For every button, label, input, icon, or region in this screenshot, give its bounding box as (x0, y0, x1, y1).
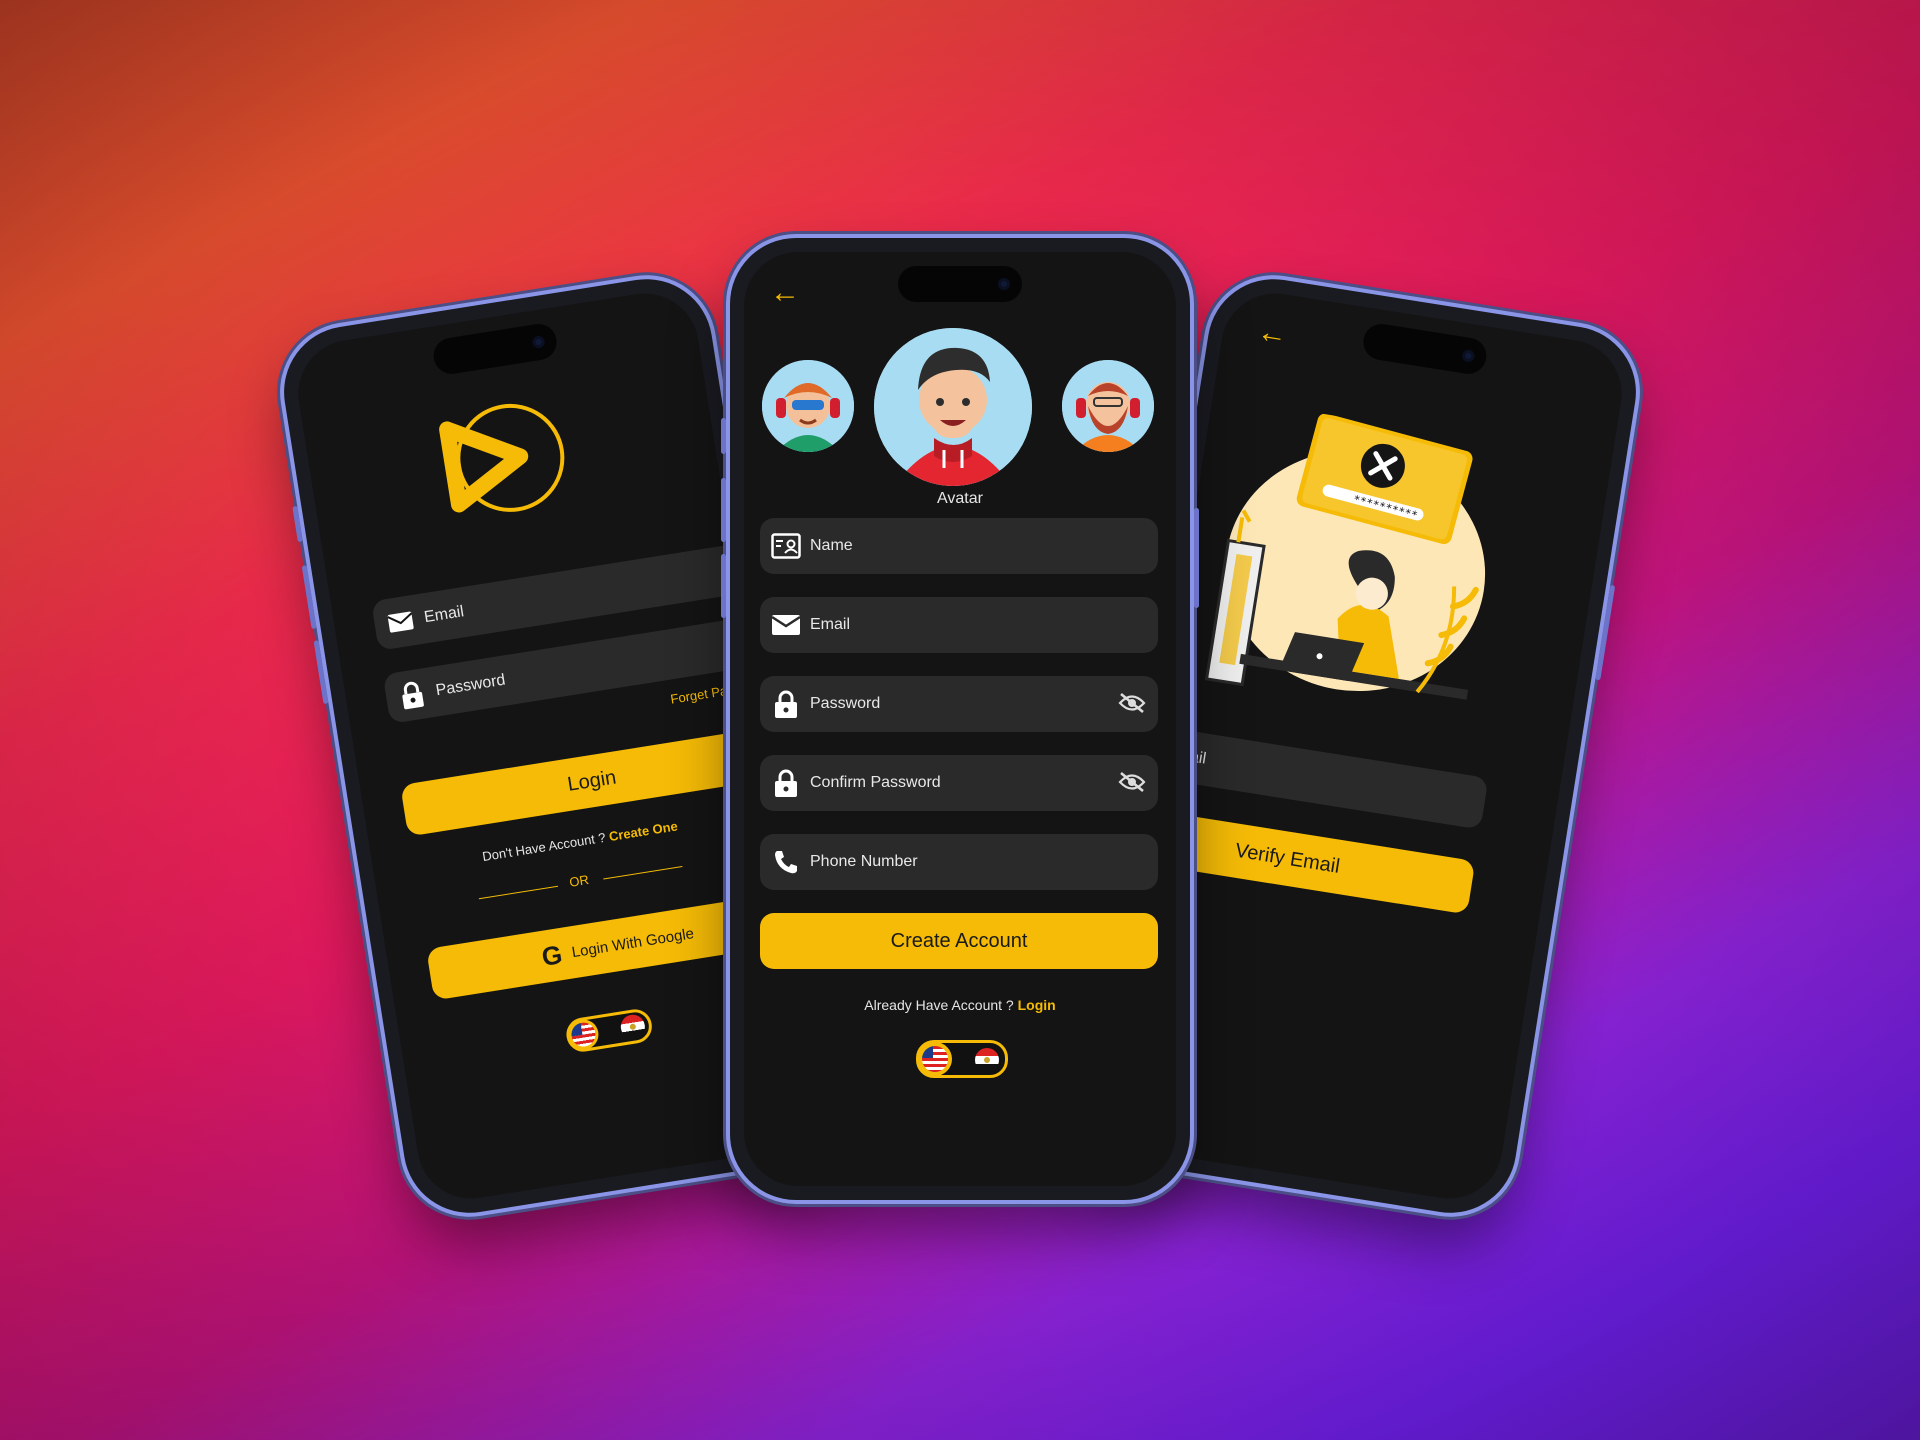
side-button (721, 418, 726, 454)
side-button (721, 478, 726, 542)
password-field[interactable]: Password (760, 676, 1158, 732)
name-field[interactable]: Name (760, 518, 1158, 574)
divider-line (603, 866, 683, 880)
phone-icon (770, 846, 802, 878)
confirm-password-field[interactable]: Confirm Password (760, 755, 1158, 811)
name-placeholder: Name (810, 537, 853, 554)
confirm-password-placeholder: Confirm Password (810, 774, 941, 791)
language-toggle[interactable] (564, 1006, 655, 1055)
login-button[interactable]: Login (400, 725, 784, 837)
us-flag-icon (922, 1046, 948, 1072)
email-placeholder: Email (810, 616, 851, 633)
no-account-row: Don't Have Account ? Create One (481, 818, 679, 864)
have-account-text: Already Have Account ? (864, 997, 1014, 1013)
egypt-flag-icon (975, 1048, 999, 1072)
eye-off-icon[interactable] (1118, 692, 1146, 719)
avatar-label: Avatar (937, 490, 983, 507)
lock-icon (394, 677, 431, 714)
phone-number-field[interactable]: Phone Number (760, 834, 1158, 890)
back-arrow-icon[interactable]: ← (770, 278, 800, 308)
bearded-avatar-icon (1062, 360, 1154, 452)
back-arrow-icon[interactable]: ← (1255, 315, 1290, 352)
side-button (1194, 508, 1199, 608)
no-account-text: Don't Have Account ? (481, 829, 607, 865)
phone-register: ← Avatar Name Email Password Confirm Pas… (721, 238, 1199, 1200)
dynamic-island (898, 266, 1022, 302)
eye-off-icon[interactable] (1118, 771, 1146, 798)
divider-line (478, 885, 559, 900)
language-toggle[interactable] (916, 1040, 1008, 1078)
lock-icon (770, 688, 802, 720)
id-card-icon (770, 530, 802, 562)
email-field[interactable]: Email (760, 597, 1158, 653)
password-placeholder: Password (810, 695, 881, 712)
egypt-flag-icon (619, 1013, 647, 1041)
lock-icon (770, 767, 802, 799)
forgot-password-illustration: ********** (1204, 413, 1486, 700)
side-button (721, 554, 726, 618)
google-icon: G (539, 938, 565, 972)
create-account-button[interactable]: Create Account (760, 913, 1158, 969)
mail-icon (382, 604, 419, 641)
dynamic-island (431, 321, 560, 377)
hoodie-avatar-icon (874, 328, 1032, 486)
play-logo-icon (439, 403, 565, 513)
phone-placeholder: Phone Number (810, 853, 918, 870)
avatar-option[interactable] (1062, 360, 1154, 452)
register-screen: ← Avatar Name Email Password Confirm Pas… (744, 252, 1176, 1186)
or-divider: OR (568, 871, 590, 890)
headphones-avatar-icon (762, 360, 854, 452)
email-placeholder: Email (422, 603, 466, 627)
avatar-option[interactable] (762, 360, 854, 452)
login-link[interactable]: Login (1018, 997, 1056, 1013)
create-one-link[interactable]: Create One (608, 818, 679, 844)
mail-icon (770, 609, 802, 641)
dynamic-island (1360, 321, 1489, 377)
google-button-label: Login With Google (570, 924, 696, 961)
password-placeholder: Password (434, 671, 507, 700)
selected-avatar[interactable] (874, 328, 1032, 486)
have-account-row: Already Have Account ? Login (744, 997, 1176, 1013)
